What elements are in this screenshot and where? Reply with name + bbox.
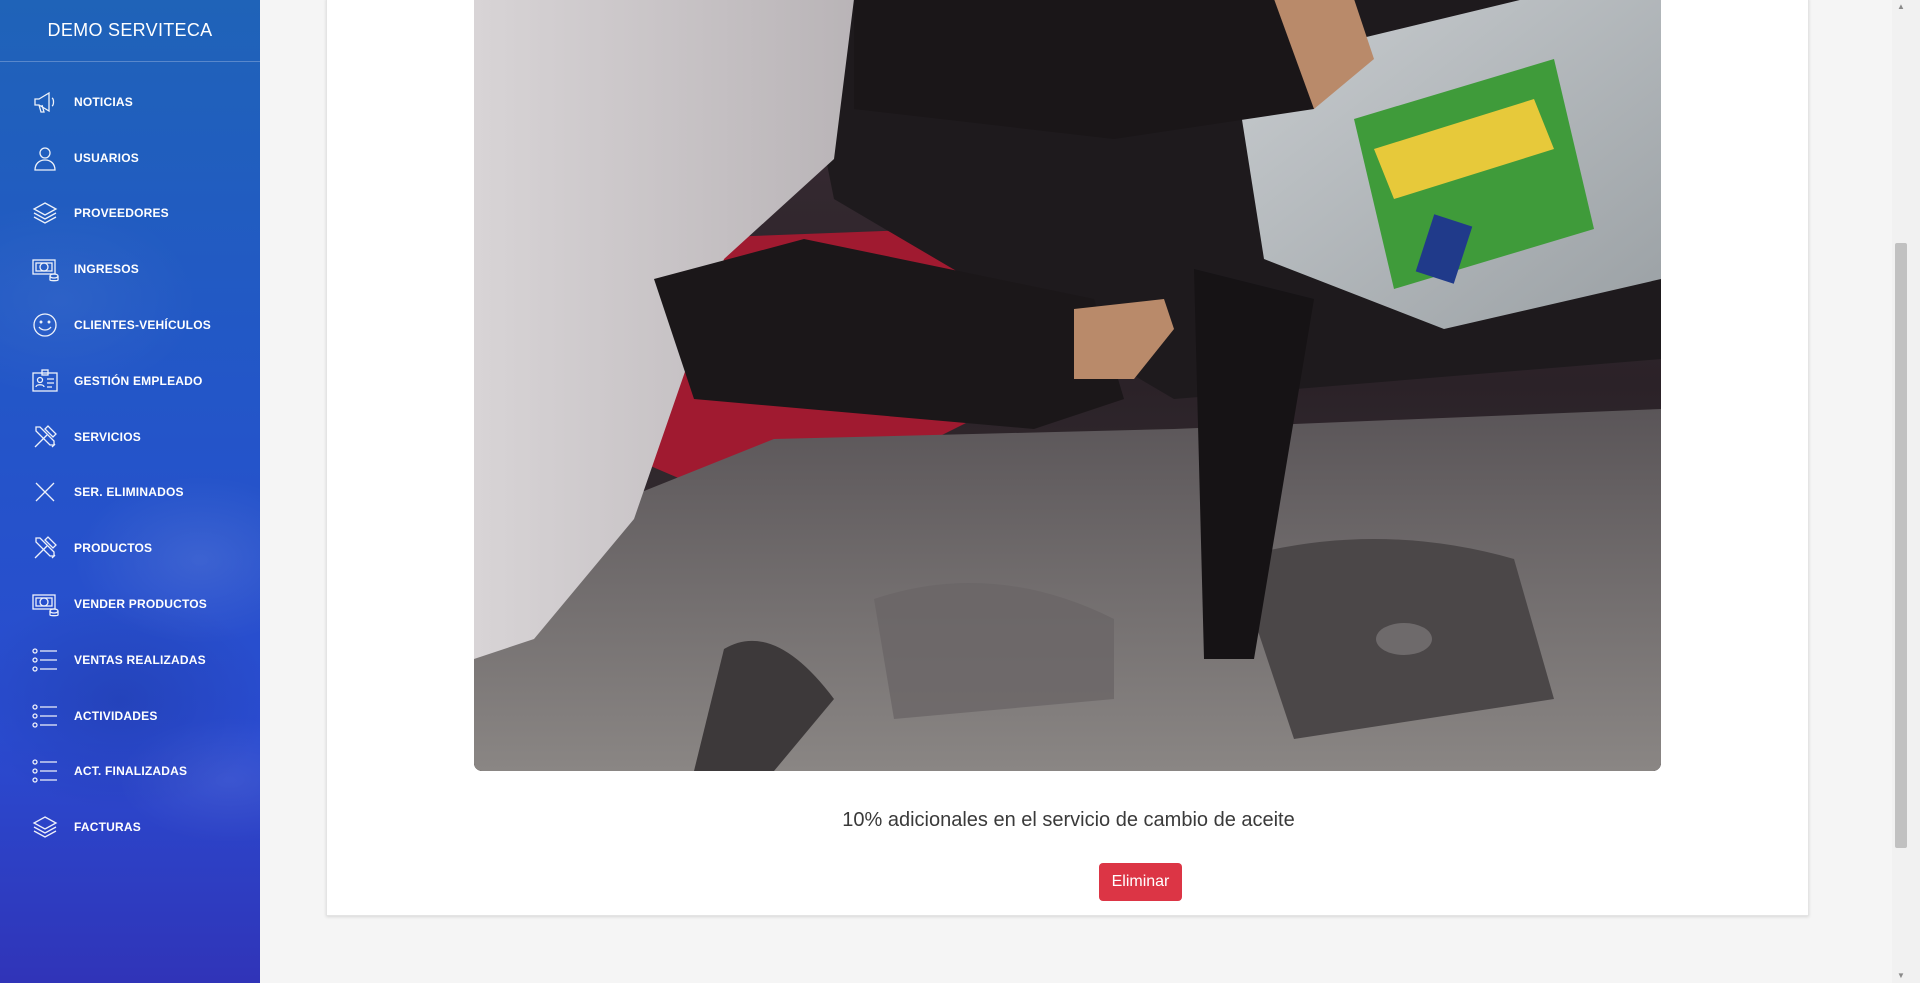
sidebar-item-label: ACT. FINALIZADAS xyxy=(74,764,188,779)
scroll-up-icon[interactable]: ▲ xyxy=(1892,0,1910,14)
close-icon xyxy=(30,477,60,507)
sidebar-item-proveedores[interactable]: PROVEEDORES xyxy=(0,186,260,242)
sidebar-nav: NOTICIAS USUARIOS PROVEEDORES INGRESOS C… xyxy=(0,62,260,855)
layers-icon xyxy=(30,812,60,842)
sidebar-item-servicios[interactable]: SERVICIOS xyxy=(0,409,260,465)
money-icon xyxy=(30,589,60,619)
sidebar-item-label: INGRESOS xyxy=(74,262,139,277)
sidebar-item-label: SERVICIOS xyxy=(74,429,141,444)
list-icon xyxy=(30,756,60,786)
news-caption: 10% adicionales en el servicio de cambio… xyxy=(842,809,1295,831)
sidebar-item-gestion-empleado[interactable]: GESTIÓN EMPLEADO xyxy=(0,353,260,409)
sidebar-item-label: VENDER PRODUCTOS xyxy=(74,597,207,612)
sidebar-item-usuarios[interactable]: USUARIOS xyxy=(0,130,260,186)
sidebar-item-vender-productos[interactable]: VENDER PRODUCTOS xyxy=(0,576,260,632)
layers-icon xyxy=(30,198,60,228)
sidebar-item-act-finalizadas[interactable]: ACT. FINALIZADAS xyxy=(0,744,260,800)
sidebar-item-label: CLIENTES-VEHÍCULOS xyxy=(74,318,211,333)
sidebar-item-actividades[interactable]: ACTIVIDADES xyxy=(0,688,260,744)
sidebar-item-label: PRODUCTOS xyxy=(74,541,153,556)
sidebar-item-ingresos[interactable]: INGRESOS xyxy=(0,241,260,297)
sidebar-item-label: USUARIOS xyxy=(74,150,139,165)
sidebar-item-label: GESTIÓN EMPLEADO xyxy=(74,373,203,388)
sidebar-item-label: PROVEEDORES xyxy=(74,206,169,221)
main-content: 10% adicionales en el servicio de cambio… xyxy=(260,0,1892,983)
scroll-down-icon[interactable]: ▼ xyxy=(1892,969,1910,983)
news-image xyxy=(474,0,1661,771)
delete-button[interactable]: Eliminar xyxy=(1099,863,1182,901)
sidebar-item-ser-eliminados[interactable]: SER. ELIMINADOS xyxy=(0,465,260,521)
megaphone-icon xyxy=(30,87,60,117)
scroll-thumb[interactable] xyxy=(1895,243,1907,848)
sidebar: DEMO SERVITECA NOTICIAS USUARIOS PROVEED… xyxy=(0,0,260,983)
sidebar-item-noticias[interactable]: NOTICIAS xyxy=(0,74,260,130)
sidebar-item-clientes-vehiculos[interactable]: CLIENTES-VEHÍCULOS xyxy=(0,297,260,353)
vertical-scrollbar[interactable]: ▲ ▼ xyxy=(1892,0,1920,983)
list-icon xyxy=(30,645,60,675)
tools-icon xyxy=(30,533,60,563)
sidebar-item-label: VENTAS REALIZADAS xyxy=(74,652,206,667)
sidebar-item-label: NOTICIAS xyxy=(74,94,133,109)
sidebar-item-productos[interactable]: PRODUCTOS xyxy=(0,520,260,576)
list-icon xyxy=(30,701,60,731)
tools-icon xyxy=(30,422,60,452)
brand-title[interactable]: DEMO SERVITECA xyxy=(0,0,260,62)
news-card: 10% adicionales en el servicio de cambio… xyxy=(326,0,1809,916)
id-card-icon xyxy=(30,366,60,396)
smile-icon xyxy=(30,310,60,340)
sidebar-item-ventas-realizadas[interactable]: VENTAS REALIZADAS xyxy=(0,632,260,688)
user-icon xyxy=(30,143,60,173)
sidebar-item-label: SER. ELIMINADOS xyxy=(74,485,184,500)
sidebar-item-label: ACTIVIDADES xyxy=(74,708,158,723)
money-icon xyxy=(30,254,60,284)
sidebar-item-label: FACTURAS xyxy=(74,820,141,835)
sidebar-item-facturas[interactable]: FACTURAS xyxy=(0,799,260,855)
